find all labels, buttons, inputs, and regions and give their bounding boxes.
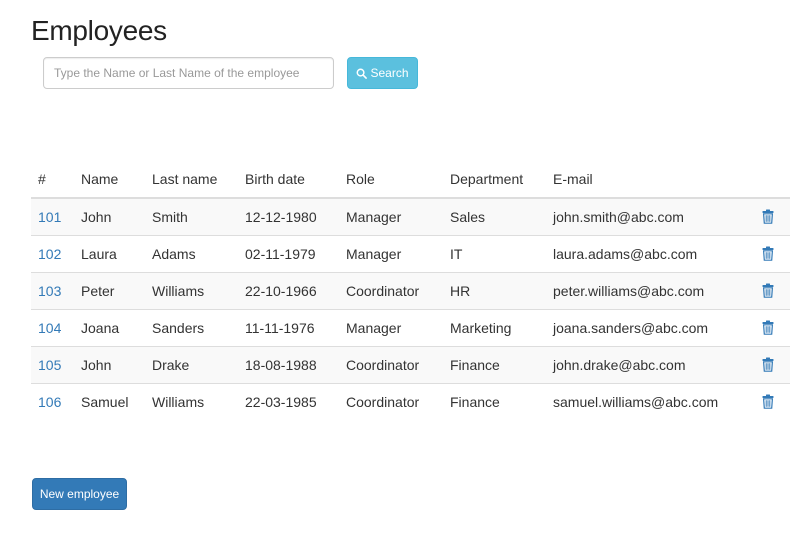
table-row: 104 Joana Sanders 11-11-1976 Manager Mar…: [31, 309, 790, 347]
cell-delete: [746, 346, 790, 384]
column-header-id: #: [31, 160, 74, 199]
cell-last-name: Williams: [145, 383, 238, 420]
cell-name: John: [74, 197, 145, 236]
cell-department: Finance: [443, 383, 546, 420]
column-header-role: Role: [339, 160, 443, 199]
table-row: 103 Peter Williams 22-10-1966 Coordinato…: [31, 272, 790, 310]
trash-icon[interactable]: [760, 318, 776, 336]
cell-last-name: Smith: [145, 197, 238, 236]
employee-id-link[interactable]: 106: [38, 394, 61, 410]
employee-id-link[interactable]: 101: [38, 209, 61, 225]
cell-name: Laura: [74, 235, 145, 273]
page-title: Employees: [31, 15, 167, 46]
cell-birth-date: 22-10-1966: [238, 272, 339, 310]
employees-page: Employees Search # Name Last name Birth …: [0, 0, 799, 541]
cell-last-name: Adams: [145, 235, 238, 273]
cell-id: 103: [31, 272, 74, 310]
cell-delete: [746, 272, 790, 310]
cell-role: Manager: [339, 309, 443, 347]
cell-email: peter.williams@abc.com: [546, 272, 746, 310]
trash-icon[interactable]: [760, 281, 776, 299]
cell-role: Manager: [339, 235, 443, 273]
table-body: 101 John Smith 12-12-1980 Manager Sales …: [31, 197, 790, 420]
cell-email: john.drake@abc.com: [546, 346, 746, 384]
cell-birth-date: 02-11-1979: [238, 235, 339, 273]
cell-name: Peter: [74, 272, 145, 310]
cell-birth-date: 22-03-1985: [238, 383, 339, 420]
cell-birth-date: 11-11-1976: [238, 309, 339, 347]
table-row: 102 Laura Adams 02-11-1979 Manager IT la…: [31, 235, 790, 273]
column-header-last-name: Last name: [145, 160, 238, 199]
new-employee-button[interactable]: New employee: [32, 478, 127, 510]
cell-name: Joana: [74, 309, 145, 347]
table-row: 106 Samuel Williams 22-03-1985 Coordinat…: [31, 383, 790, 420]
trash-icon[interactable]: [760, 244, 776, 262]
cell-delete: [746, 309, 790, 347]
cell-birth-date: 12-12-1980: [238, 197, 339, 236]
cell-last-name: Williams: [145, 272, 238, 310]
cell-name: John: [74, 346, 145, 384]
cell-department: Marketing: [443, 309, 546, 347]
cell-id: 106: [31, 383, 74, 420]
cell-last-name: Sanders: [145, 309, 238, 347]
cell-role: Manager: [339, 197, 443, 236]
column-header-department: Department: [443, 160, 546, 199]
search-button-label: Search: [370, 66, 409, 80]
cell-id: 101: [31, 197, 74, 236]
trash-icon[interactable]: [760, 355, 776, 373]
search-input[interactable]: [43, 57, 334, 89]
cell-role: Coordinator: [339, 272, 443, 310]
cell-department: Finance: [443, 346, 546, 384]
search-icon: [356, 68, 368, 79]
column-header-name: Name: [74, 160, 145, 199]
employees-table: # Name Last name Birth date Role Departm…: [31, 160, 790, 420]
table-row: 101 John Smith 12-12-1980 Manager Sales …: [31, 197, 790, 236]
trash-icon[interactable]: [760, 392, 776, 410]
cell-delete: [746, 235, 790, 273]
cell-id: 105: [31, 346, 74, 384]
cell-email: joana.sanders@abc.com: [546, 309, 746, 347]
cell-email: samuel.williams@abc.com: [546, 383, 746, 420]
cell-birth-date: 18-08-1988: [238, 346, 339, 384]
column-header-birth-date: Birth date: [238, 160, 339, 199]
trash-icon[interactable]: [760, 207, 776, 225]
column-header-actions: [746, 160, 790, 199]
cell-delete: [746, 383, 790, 420]
column-header-email: E-mail: [546, 160, 746, 199]
cell-email: laura.adams@abc.com: [546, 235, 746, 273]
cell-department: HR: [443, 272, 546, 310]
cell-department: Sales: [443, 197, 546, 236]
cell-id: 104: [31, 309, 74, 347]
employee-id-link[interactable]: 105: [38, 357, 61, 373]
cell-role: Coordinator: [339, 383, 443, 420]
search-button[interactable]: Search: [347, 57, 418, 89]
cell-email: john.smith@abc.com: [546, 197, 746, 236]
employee-id-link[interactable]: 104: [38, 320, 61, 336]
employee-id-link[interactable]: 102: [38, 246, 61, 262]
header-row: # Name Last name Birth date Role Departm…: [31, 160, 790, 199]
cell-last-name: Drake: [145, 346, 238, 384]
table-header: # Name Last name Birth date Role Departm…: [31, 160, 790, 199]
cell-name: Samuel: [74, 383, 145, 420]
cell-id: 102: [31, 235, 74, 273]
cell-delete: [746, 197, 790, 236]
employee-id-link[interactable]: 103: [38, 283, 61, 299]
cell-role: Coordinator: [339, 346, 443, 384]
cell-department: IT: [443, 235, 546, 273]
table-row: 105 John Drake 18-08-1988 Coordinator Fi…: [31, 346, 790, 384]
